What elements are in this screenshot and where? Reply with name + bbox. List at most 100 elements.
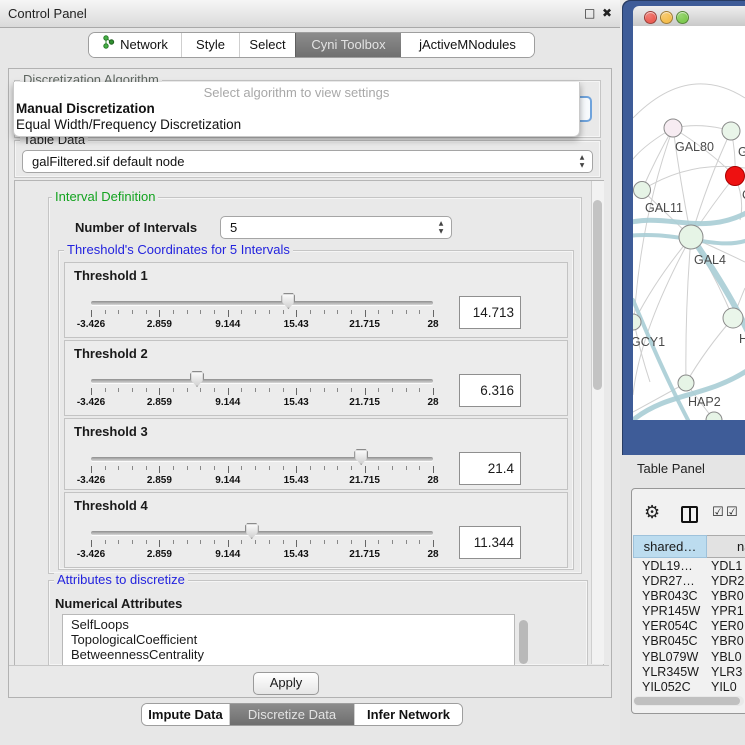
hap2-node[interactable]: [678, 375, 694, 391]
table-row[interactable]: YDR27…YDR2: [633, 574, 745, 589]
settings-scrollbar-thumb[interactable]: [593, 200, 602, 390]
number-of-intervals-select[interactable]: 5 ▲▼: [220, 216, 452, 239]
tick-minor: [146, 310, 147, 314]
tick-minor: [105, 310, 106, 314]
slider-thumb[interactable]: [190, 371, 204, 387]
combo-stepper-icon[interactable]: ▲▼: [577, 154, 587, 170]
slider-thumb[interactable]: [354, 449, 368, 465]
column-header-shared-name[interactable]: shared…: [633, 535, 707, 558]
table-row[interactable]: YIL052CYIL0: [633, 680, 745, 695]
threshold-value[interactable]: 21.4: [459, 452, 521, 485]
tick-major: [365, 388, 366, 395]
table-row[interactable]: YBL079WYBL0: [633, 650, 745, 665]
tick-minor: [200, 310, 201, 314]
attributes-scrollbar[interactable]: [517, 614, 529, 664]
tick-minor: [118, 310, 119, 314]
columns-icon[interactable]: [681, 506, 698, 523]
threshold-slider[interactable]: -3.4262.8599.14415.4321.71528: [91, 263, 433, 337]
table-row[interactable]: YDL19…YDL1: [633, 559, 745, 574]
tick-minor: [392, 310, 393, 314]
table-row[interactable]: YER054CYER0: [633, 619, 745, 634]
algorithm-option-manual[interactable]: Manual Discretization: [16, 101, 577, 117]
mac-zoom-button[interactable]: [676, 11, 689, 24]
tick-major: [365, 540, 366, 547]
column-header-name[interactable]: na: [707, 535, 745, 558]
tick-major: [228, 388, 229, 395]
node-top-right[interactable]: [722, 122, 740, 140]
tick-minor: [214, 388, 215, 392]
gal11-node[interactable]: [634, 182, 651, 199]
checkbox-icon[interactable]: ☑: [726, 505, 738, 520]
tab-impute-data[interactable]: Impute Data: [142, 704, 229, 725]
tab-network[interactable]: Network: [89, 33, 181, 57]
close-icon[interactable]: ✖: [602, 0, 612, 27]
table-hscrollbar[interactable]: [633, 696, 744, 706]
control-panel-titlebar: Control Panel □ ✖: [0, 0, 620, 28]
tick-major: [91, 466, 92, 473]
node-table-rows: YDL19…YDL1YDR27…YDR2YBR043CYBR0YPR145WYP…: [633, 559, 745, 695]
tick-minor: [419, 540, 420, 544]
node-label: GA: [738, 145, 745, 159]
table-row[interactable]: YPR145WYPR1: [633, 604, 745, 619]
attribute-item[interactable]: TopologicalCoefficient: [63, 632, 514, 647]
table-row[interactable]: YBR045CYBR0: [633, 634, 745, 649]
gal4-node[interactable]: [679, 225, 703, 249]
apply-button[interactable]: Apply: [253, 672, 319, 695]
tick-minor: [378, 388, 379, 392]
node-right[interactable]: [723, 308, 743, 328]
attribute-item[interactable]: SelfLoops: [63, 615, 514, 632]
cyni-mode-tabs: Impute DataDiscretize DataInfer Network: [141, 703, 463, 726]
threshold-slider[interactable]: -3.4262.8599.14415.4321.71528: [91, 493, 433, 567]
checkbox-icon[interactable]: ☑: [712, 505, 724, 520]
slider-track[interactable]: [91, 301, 433, 305]
tick-minor: [419, 388, 420, 392]
numerical-attributes-list[interactable]: SelfLoopsTopologicalCoefficientBetweenne…: [62, 614, 515, 666]
attributes-scrollbar-thumb[interactable]: [519, 620, 528, 664]
float-window-icon[interactable]: □: [584, 0, 595, 27]
control-panel-title: Control Panel: [8, 0, 87, 27]
slider-track[interactable]: [91, 457, 433, 461]
tab-select[interactable]: Select: [239, 33, 295, 57]
gear-icon[interactable]: ⚙: [644, 502, 660, 523]
tick-label: 9.144: [215, 319, 240, 330]
threshold-value[interactable]: 11.344: [459, 526, 521, 559]
cell-shared-name: YBR043C: [633, 589, 707, 604]
network-canvas[interactable]: GAL80GACGAL11GAL4GCY1HHAP2: [633, 26, 745, 420]
attribute-item[interactable]: BetweennessCentrality: [63, 647, 514, 662]
mac-close-button[interactable]: [644, 11, 657, 24]
tick-label: -3.426: [77, 319, 105, 330]
threshold-slider[interactable]: -3.4262.8599.14415.4321.71528: [91, 419, 433, 489]
tab-cyni-toolbox[interactable]: Cyni Toolbox: [295, 33, 401, 57]
tab-discretize-data[interactable]: Discretize Data: [229, 704, 354, 725]
tab-infer-network[interactable]: Infer Network: [354, 704, 462, 725]
mac-minimize-button[interactable]: [660, 11, 673, 24]
slider-track[interactable]: [91, 531, 433, 535]
cell-name: YBL0: [707, 650, 742, 665]
node-label: GAL4: [694, 253, 726, 267]
threshold-value[interactable]: 14.713: [459, 296, 521, 329]
algorithm-option-equal[interactable]: Equal Width/Frequency Discretization: [16, 117, 577, 133]
slider-thumb[interactable]: [281, 293, 295, 309]
combo-stepper-icon[interactable]: ▲▼: [436, 220, 446, 236]
tick-minor: [419, 466, 420, 470]
table-hscrollbar-thumb[interactable]: [634, 697, 740, 705]
table-row[interactable]: YBR043CYBR0: [633, 589, 745, 604]
slider-thumb[interactable]: [245, 523, 259, 539]
table-row[interactable]: YLR345WYLR3: [633, 665, 745, 680]
tick-minor: [200, 388, 201, 392]
gal80-node[interactable]: [664, 119, 682, 137]
table-data-select[interactable]: galFiltered.sif default node ▲▼: [22, 150, 593, 173]
tick-minor: [200, 466, 201, 470]
tick-label: 21.715: [349, 475, 380, 486]
tab-jactivemnodules[interactable]: jActiveMNodules: [401, 33, 534, 57]
tick-minor: [241, 388, 242, 392]
threshold-slider[interactable]: -3.4262.8599.14415.4321.71528: [91, 341, 433, 415]
node-label: H: [739, 332, 745, 346]
slider-track[interactable]: [91, 379, 433, 383]
tick-label: 9.144: [215, 475, 240, 486]
threshold-value[interactable]: 6.316: [459, 374, 521, 407]
tab-style[interactable]: Style: [181, 33, 239, 57]
tick-minor: [310, 310, 311, 314]
tick-label: 21.715: [349, 397, 380, 408]
red-node[interactable]: [726, 167, 745, 186]
